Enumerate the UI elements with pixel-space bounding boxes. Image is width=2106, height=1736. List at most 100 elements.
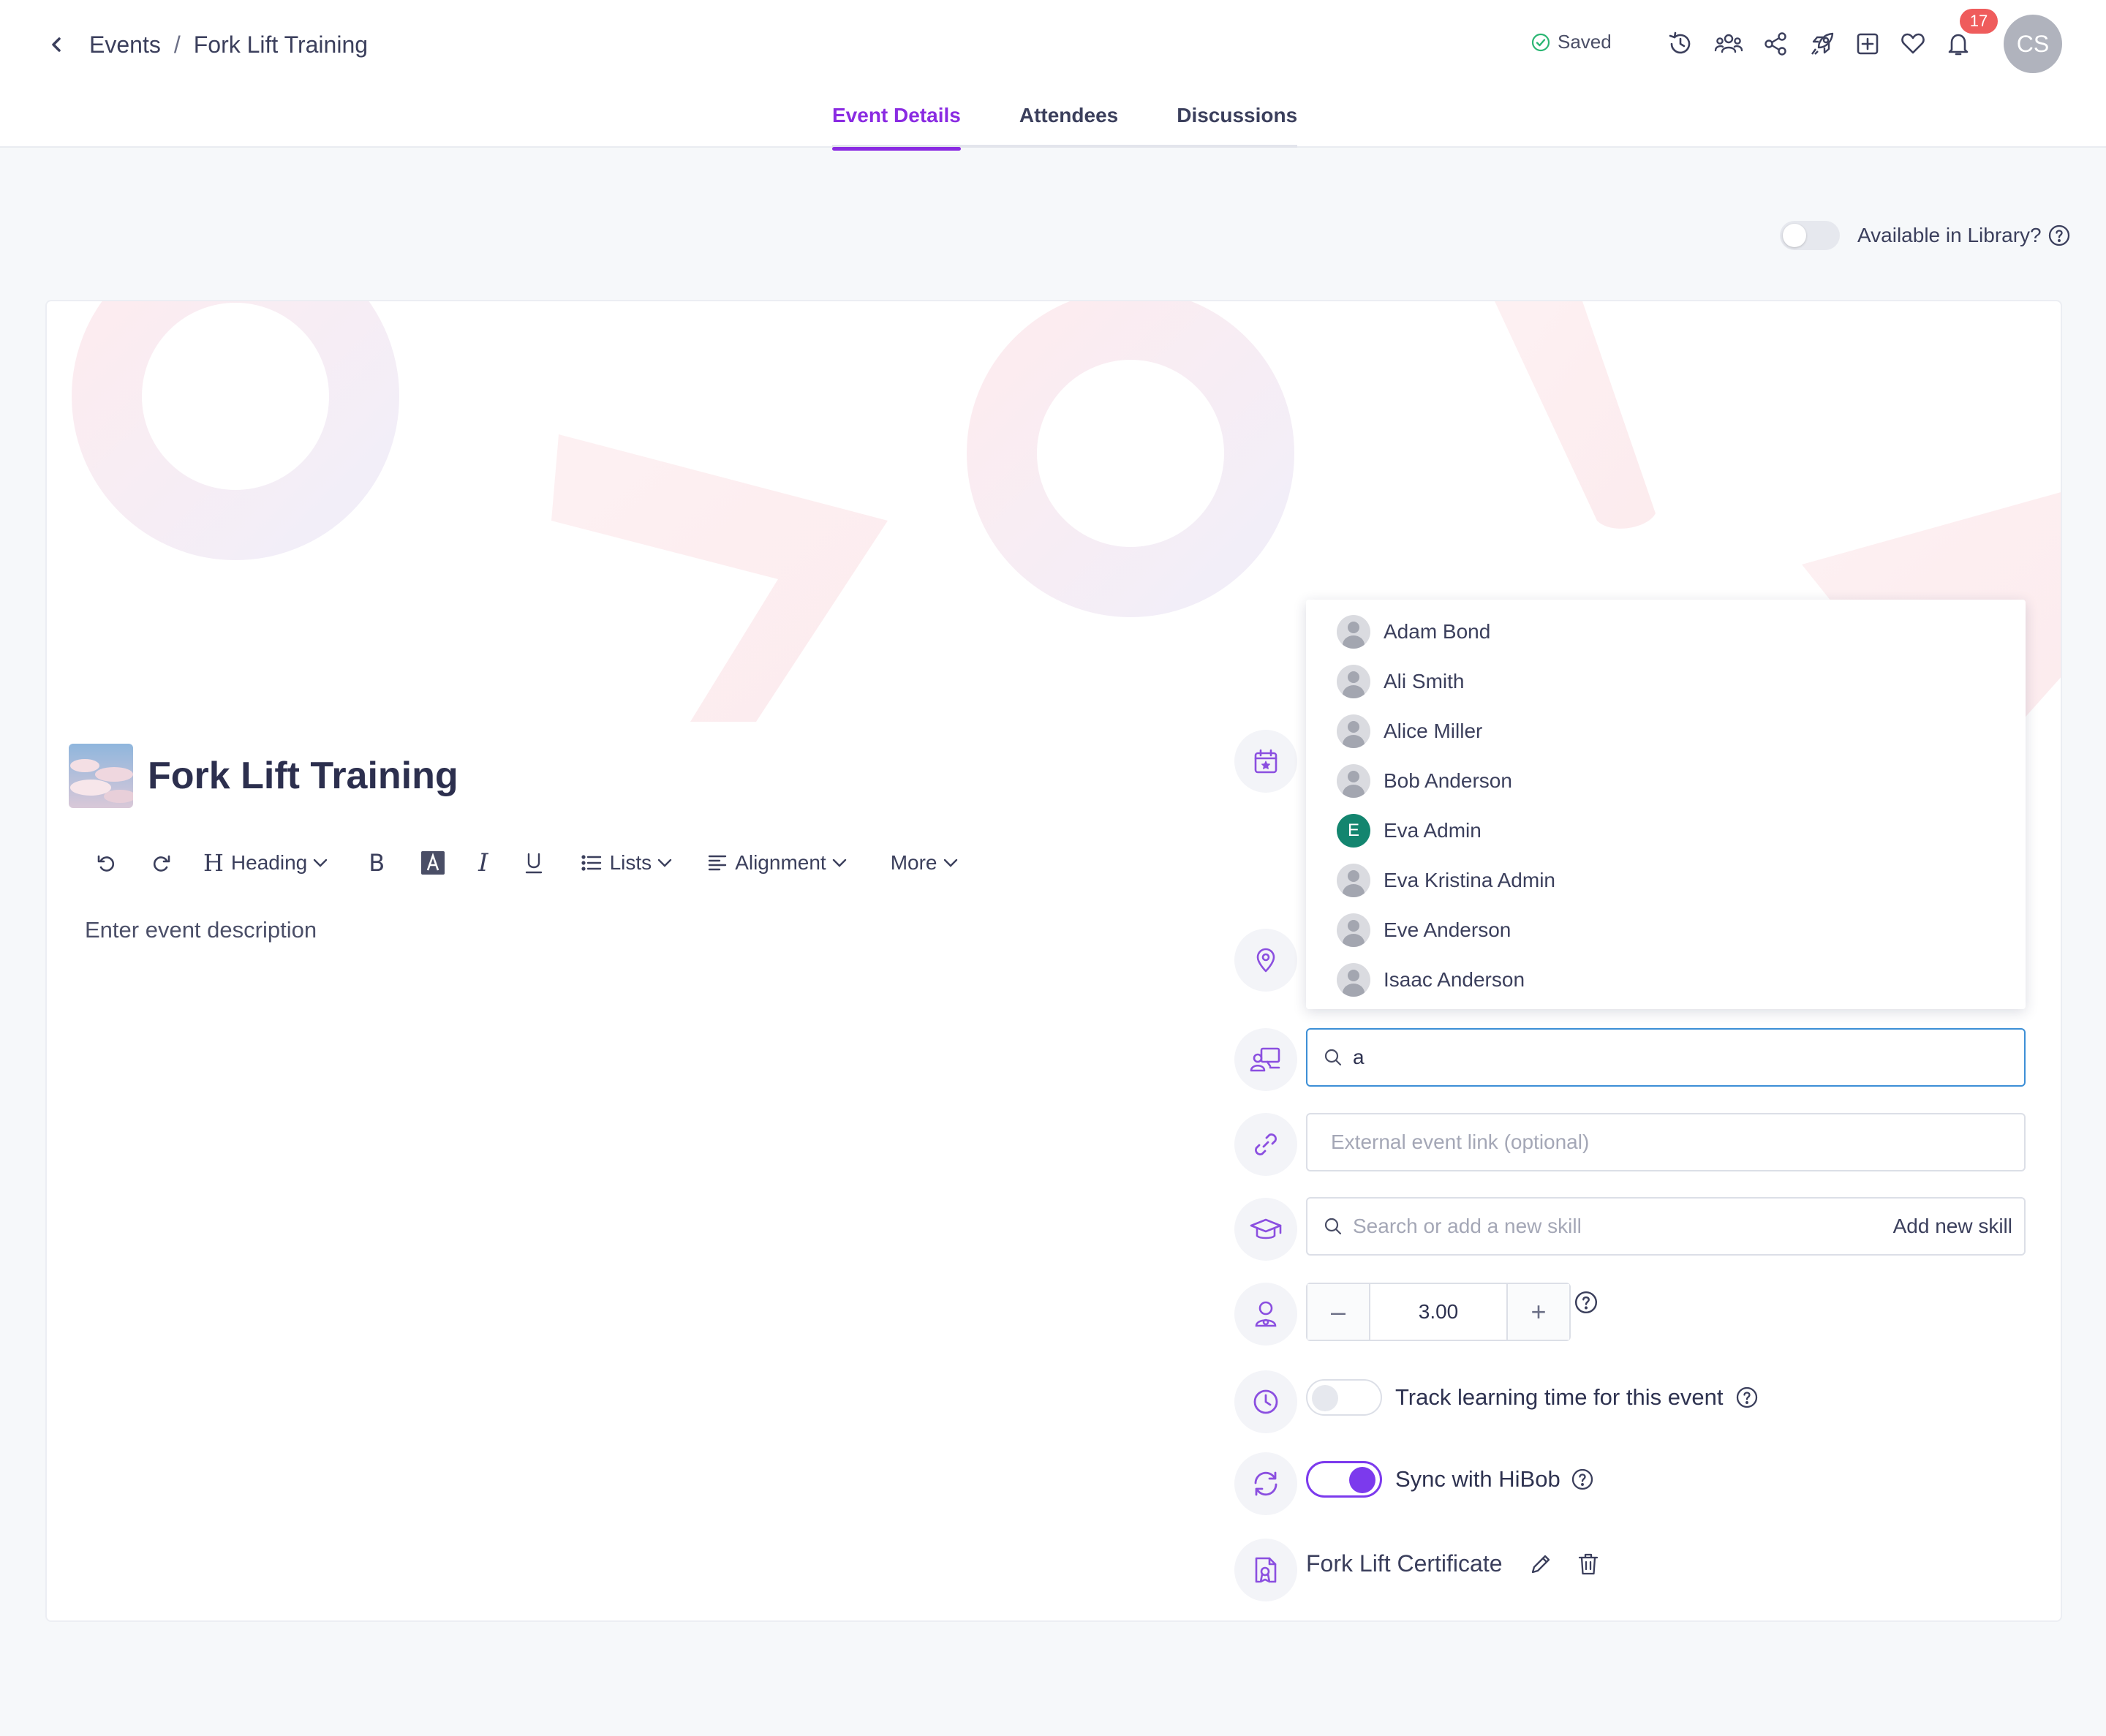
back-chevron-icon[interactable] [47, 35, 66, 54]
rocket-icon[interactable] [1806, 28, 1838, 60]
chevron-down-icon [832, 858, 846, 867]
dropdown-item[interactable]: Adam Bond [1306, 607, 2026, 657]
library-toggle[interactable] [1780, 221, 1840, 250]
chevron-down-icon [943, 858, 957, 867]
library-toggle-row: Available in Library? [1780, 221, 2071, 250]
undo-icon[interactable] [95, 852, 117, 874]
event-title[interactable]: Fork Lift Training [148, 754, 458, 798]
redo-icon[interactable] [151, 852, 173, 874]
location-pin-icon [1234, 929, 1297, 992]
dropdown-item[interactable]: E Eva Admin [1306, 806, 2026, 856]
credits-stepper: – 3.00 + [1306, 1283, 1571, 1341]
dropdown-item-name: Alice Miller [1384, 720, 1483, 742]
external-link-input[interactable]: External event link (optional) [1306, 1113, 2026, 1171]
text-color-icon[interactable] [421, 851, 445, 875]
skills-search-input[interactable]: Search or add a new skill Add new skill [1306, 1197, 2026, 1256]
event-title-row: Fork Lift Training [69, 744, 458, 808]
saved-label: Saved [1558, 31, 1612, 53]
chevron-down-icon [657, 858, 672, 867]
lists-label: Lists [609, 851, 652, 874]
dropdown-item[interactable]: Isaac Anderson [1306, 955, 2026, 1005]
calendar-star-icon [1234, 730, 1297, 793]
help-icon[interactable] [1735, 1386, 1759, 1409]
credits-icon [1234, 1283, 1297, 1346]
link-icon [1234, 1113, 1297, 1176]
dropdown-item[interactable]: Eve Anderson [1306, 905, 2026, 955]
trash-icon[interactable] [1577, 1552, 1599, 1576]
tab-attendees[interactable]: Attendees [1019, 97, 1118, 148]
saved-status: Saved [1531, 31, 1612, 53]
dropdown-item-name: Bob Anderson [1384, 769, 1512, 792]
heading-label: Heading [230, 851, 308, 874]
notification-badge: 17 [1960, 9, 1998, 34]
tab-discussions[interactable]: Discussions [1177, 97, 1297, 148]
more-label: More [890, 851, 937, 874]
dropdown-item-name: Eva Kristina Admin [1384, 869, 1555, 891]
history-icon[interactable] [1664, 28, 1696, 60]
heading-dropdown[interactable]: H Heading [203, 849, 329, 877]
graduation-cap-icon [1234, 1198, 1297, 1261]
credits-value[interactable]: 3.00 [1369, 1284, 1508, 1340]
help-icon[interactable] [1571, 1468, 1594, 1491]
dropdown-item-name: Adam Bond [1384, 620, 1491, 643]
external-link-placeholder: External event link (optional) [1331, 1131, 1590, 1153]
breadcrumb-current: Fork Lift Training [193, 31, 369, 58]
dropdown-item[interactable]: Alice Miller [1306, 706, 2026, 756]
add-new-skill-button[interactable]: Add new skill [1893, 1215, 2012, 1238]
avatar-placeholder-icon [1337, 714, 1370, 748]
sync-toggle[interactable] [1306, 1461, 1382, 1498]
add-square-icon[interactable] [1852, 28, 1884, 60]
dropdown-item-name: Ali Smith [1384, 670, 1465, 692]
dropdown-item[interactable]: Bob Anderson [1306, 756, 2026, 806]
dropdown-item[interactable]: Ali Smith [1306, 657, 2026, 706]
heading-icon: H [203, 849, 224, 877]
share-icon[interactable] [1759, 28, 1792, 60]
avatar-placeholder-icon [1337, 864, 1370, 897]
dropdown-item-name: Isaac Anderson [1384, 968, 1525, 991]
check-circle-icon [1531, 33, 1558, 52]
instructor-icon [1234, 1028, 1297, 1091]
dropdown-item-name: Eva Admin [1384, 819, 1482, 842]
certificate-name: Fork Lift Certificate [1306, 1550, 1503, 1577]
avatar-initial: E [1337, 814, 1370, 848]
alignment-label: Alignment [735, 851, 826, 874]
tab-event-details[interactable]: Event Details [832, 97, 961, 151]
increment-button[interactable]: + [1508, 1284, 1569, 1340]
users-icon[interactable] [1713, 28, 1745, 60]
breadcrumb-events-link[interactable]: Events [89, 31, 161, 59]
description-editor[interactable]: Enter event description [85, 917, 317, 943]
instructor-search-value: a [1353, 1046, 1365, 1068]
dropdown-item[interactable]: Eva Kristina Admin [1306, 856, 2026, 905]
top-bar: Events / Fork Lift Training Saved 17 CS … [0, 0, 2106, 151]
avatar-placeholder-icon [1337, 665, 1370, 698]
event-thumbnail[interactable] [69, 744, 133, 808]
tab-bar: Event Details Attendees Discussions [832, 97, 1298, 151]
sync-label: Sync with HiBob [1395, 1466, 1560, 1492]
help-icon[interactable] [2047, 224, 2071, 247]
sync-row: Sync with HiBob [1306, 1461, 1594, 1498]
clock-icon [1234, 1370, 1297, 1433]
help-icon[interactable] [1574, 1290, 1599, 1315]
instructor-dropdown: Adam Bond Ali Smith Alice Miller Bob And… [1306, 600, 2026, 1009]
italic-icon[interactable]: I [478, 848, 488, 878]
avatar-placeholder-icon [1337, 764, 1370, 798]
instructor-search-input[interactable]: a [1306, 1028, 2026, 1087]
underline-icon[interactable] [524, 851, 544, 875]
library-label: Available in Library? [1857, 224, 2042, 246]
sync-icon [1234, 1452, 1297, 1515]
dropdown-item-name: Eve Anderson [1384, 918, 1511, 941]
editor-toolbar: H Heading B I Lists Alignment More [95, 842, 959, 883]
bold-icon[interactable]: B [369, 849, 385, 877]
alignment-dropdown[interactable]: Alignment [707, 851, 848, 875]
more-dropdown[interactable]: More [891, 851, 959, 875]
track-time-row: Track learning time for this event [1306, 1379, 1759, 1416]
track-time-toggle[interactable] [1306, 1379, 1382, 1416]
edit-pencil-icon[interactable] [1529, 1552, 1552, 1576]
user-avatar[interactable]: CS [2004, 15, 2062, 73]
avatar-placeholder-icon [1337, 963, 1370, 997]
decrement-button[interactable]: – [1307, 1284, 1369, 1340]
avatar-placeholder-icon [1337, 913, 1370, 947]
heart-icon[interactable] [1897, 28, 1929, 60]
lists-dropdown[interactable]: Lists [581, 851, 674, 875]
align-left-icon [708, 855, 727, 871]
